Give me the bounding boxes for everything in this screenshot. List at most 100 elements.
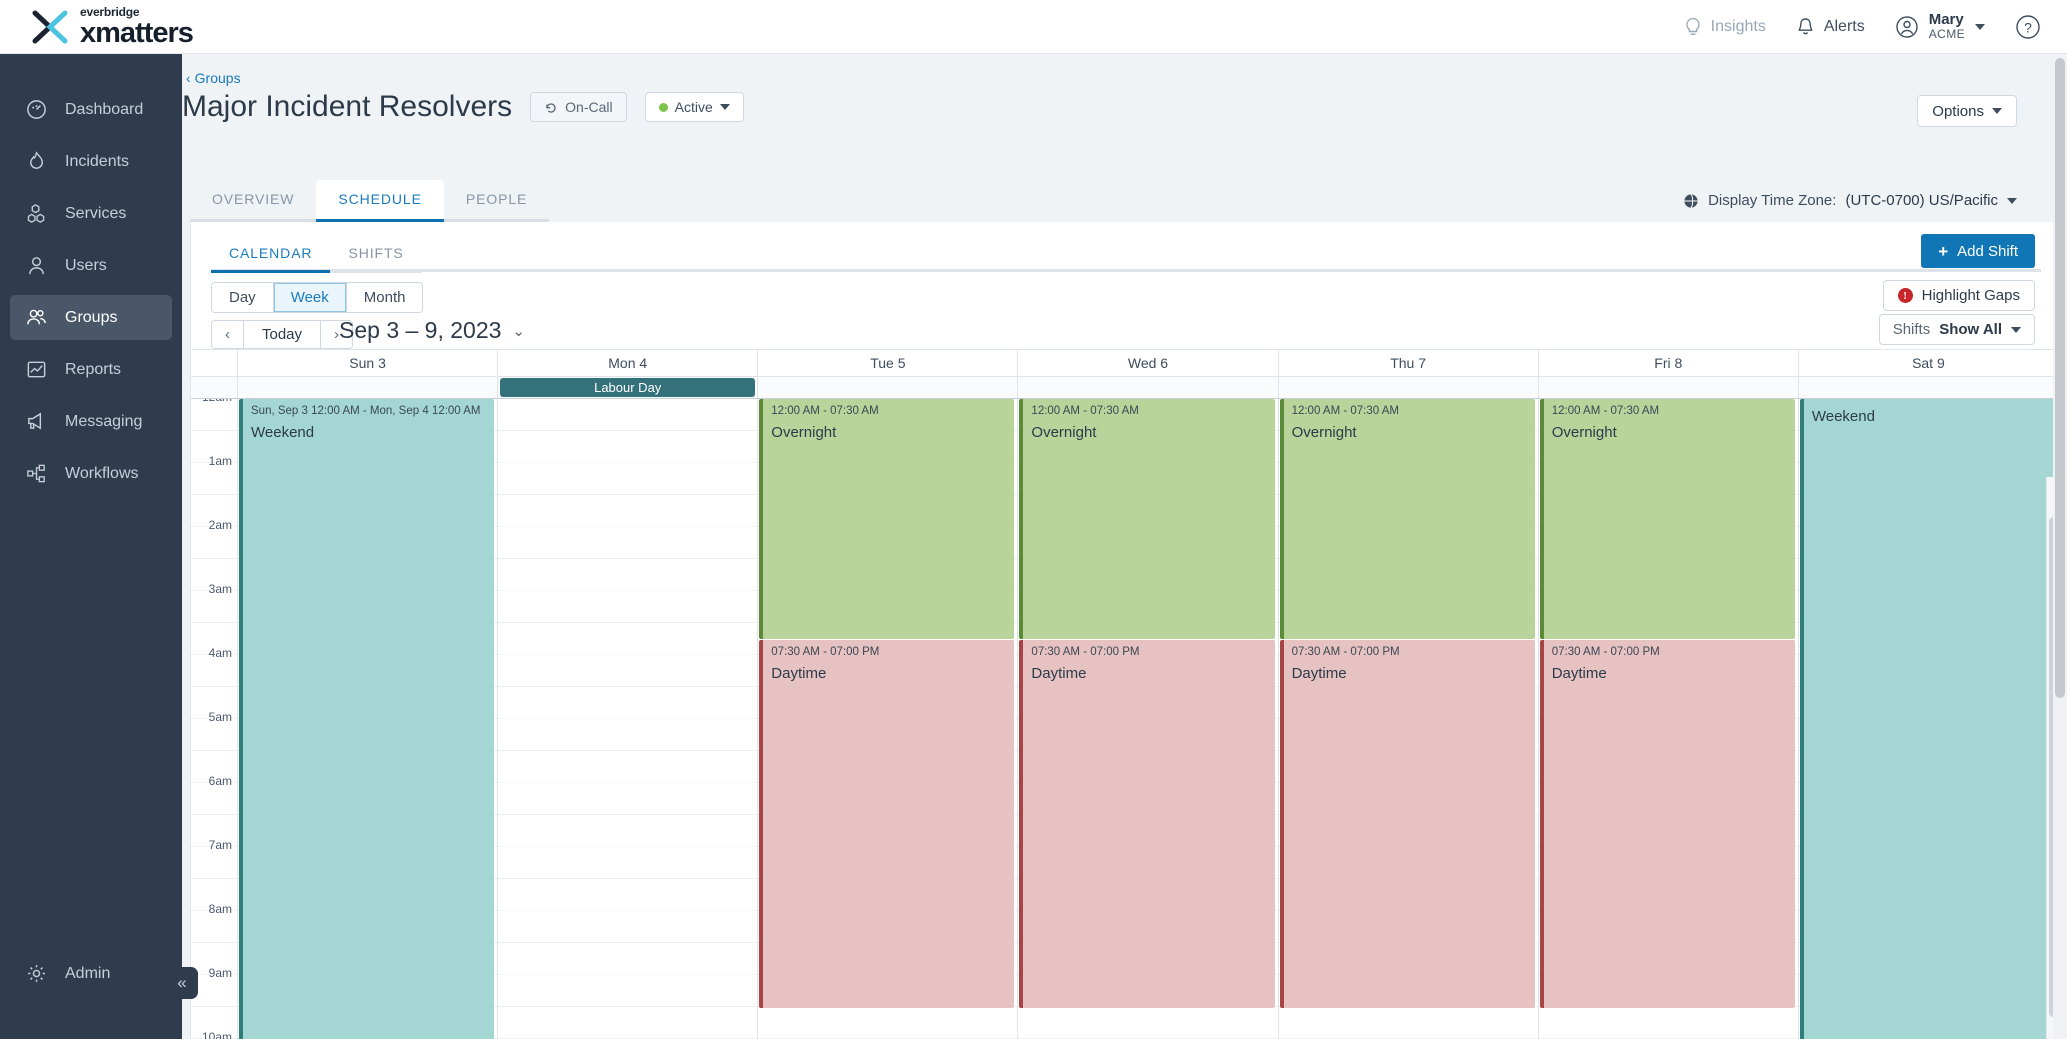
sidebar-item-users[interactable]: Users xyxy=(10,243,172,288)
tab-overview[interactable]: OVERVIEW xyxy=(190,180,317,222)
brand-logo[interactable]: everbridge xmatters xyxy=(0,4,194,49)
sidebar-item-workflows[interactable]: Workflows xyxy=(10,451,172,496)
time-slot: 12am xyxy=(191,399,237,431)
tab-shifts[interactable]: SHIFTS xyxy=(330,239,422,273)
tab-schedule[interactable]: SCHEDULE xyxy=(316,180,444,222)
half-hour-line xyxy=(498,495,758,527)
all-day-cell-thu[interactable] xyxy=(1279,377,1539,398)
day-column-sun[interactable]: Sun, Sep 3 12:00 AM - Mon, Sep 4 12:00 A… xyxy=(238,399,499,1039)
add-shift-label: Add Shift xyxy=(1957,242,2018,260)
calendar-event-overnight[interactable]: 12:00 AM - 07:30 AM Overnight xyxy=(759,399,1015,639)
day-header-wed[interactable]: Wed 6 xyxy=(1018,350,1279,376)
calendar-event-daytime[interactable]: 07:30 AM - 07:00 PM Daytime xyxy=(1539,640,1795,1008)
all-day-cell-wed[interactable] xyxy=(1018,377,1279,398)
sidebar-item-label: Reports xyxy=(65,360,122,378)
prev-week-button[interactable]: ‹ xyxy=(212,321,244,348)
day-header-mon[interactable]: Mon 4 xyxy=(498,350,759,376)
oncall-icon xyxy=(546,103,556,113)
all-day-cell-sat[interactable] xyxy=(1799,377,2059,398)
sidebar-item-label: Incidents xyxy=(65,152,130,170)
day-header-sat[interactable]: Sat 9 xyxy=(1799,350,2059,376)
date-range-picker[interactable]: Sep 3 – 9, 2023 ⌄ xyxy=(339,317,525,344)
calendar-event-time: 12:00 AM - 07:30 AM xyxy=(1291,405,1399,417)
globe-icon xyxy=(1684,193,1698,208)
chevron-down-icon xyxy=(2007,197,2017,204)
day-column-fri[interactable]: 12:00 AM - 07:30 AM Overnight 07:30 AM - 0… xyxy=(1538,399,1799,1039)
holiday-event-labour-day[interactable]: Labour Day xyxy=(500,378,756,397)
all-day-cell-fri[interactable] xyxy=(1539,377,1799,398)
calendar-event-daytime[interactable]: 07:30 AM - 07:00 PM Daytime xyxy=(759,640,1015,1008)
calendar-event-weekend[interactable]: Sun, Sep 3 12:00 AM - Mon, Sep 4 12:00 A… xyxy=(239,399,495,1039)
sidebar-item-incidents[interactable]: Incidents xyxy=(10,139,172,184)
today-button[interactable]: Today xyxy=(244,321,322,348)
status-badge[interactable]: Active xyxy=(644,92,744,122)
half-hour-line xyxy=(758,1007,1018,1039)
chevron-down-icon xyxy=(1992,108,2002,114)
calendar-event-name: Weekend xyxy=(251,423,315,441)
groups-icon xyxy=(27,309,46,325)
time-axis: 12am1am2am3am4am5am6am7am8am9am10am11am1… xyxy=(191,399,238,1039)
day-column-tue[interactable]: 12:00 AM - 07:30 AM Overnight 07:30 AM - 0… xyxy=(758,399,1019,1039)
page-scrollbar[interactable] xyxy=(2053,54,2067,1039)
sidebar-item-messaging[interactable]: Messaging xyxy=(10,399,172,444)
sidebar-item-dashboard[interactable]: Dashboard xyxy=(10,87,172,132)
calendar-event-daytime[interactable]: 07:30 AM - 07:00 PM Daytime xyxy=(1279,640,1535,1008)
user-icon xyxy=(29,257,44,275)
day-header-thu[interactable]: Thu 7 xyxy=(1279,350,1539,376)
sidebar-item-groups[interactable]: Groups xyxy=(10,295,172,340)
all-day-cell-sun[interactable] xyxy=(238,377,499,398)
day-column-sat[interactable]: Weekend xyxy=(1798,399,2059,1039)
calendar-event-weekend[interactable]: Weekend xyxy=(1799,399,2055,1039)
half-hour-line xyxy=(498,815,758,847)
on-call-badge[interactable]: On-Call xyxy=(530,92,627,122)
options-button[interactable]: Options xyxy=(1917,95,2017,127)
time-label: 3am xyxy=(208,582,232,596)
sidebar-item-admin[interactable]: Admin xyxy=(10,951,172,996)
time-slot: 6am xyxy=(191,774,237,815)
gear-icon xyxy=(28,965,45,982)
all-day-cell-mon[interactable]: Labour Day xyxy=(498,377,759,398)
alerts-button[interactable]: Alerts xyxy=(1796,17,1865,37)
sidebar-collapse-button[interactable]: « xyxy=(166,967,198,999)
sidebar-item-reports[interactable]: Reports xyxy=(10,347,172,392)
shifts-filter-select[interactable]: Shifts Show All xyxy=(1878,314,2035,345)
highlight-gaps-button[interactable]: ! Highlight Gaps xyxy=(1882,280,2035,311)
view-week-button[interactable]: Week xyxy=(273,283,347,312)
time-label: 9am xyxy=(208,966,232,980)
day-header-fri[interactable]: Fri 8 xyxy=(1539,350,1799,376)
sidebar-item-label: Services xyxy=(65,204,127,222)
calendar-event-daytime[interactable]: 07:30 AM - 07:00 PM Daytime xyxy=(1019,640,1275,1008)
brand-everbridge: everbridge xyxy=(80,4,140,19)
breadcrumb[interactable]: ‹ Groups xyxy=(186,70,241,86)
services-icon xyxy=(27,204,45,223)
all-day-cell-tue[interactable] xyxy=(758,377,1019,398)
reports-icon xyxy=(27,361,46,378)
status-label: Active xyxy=(674,99,713,115)
half-hour-line xyxy=(1538,1007,1798,1039)
user-menu[interactable]: Mary ACME xyxy=(1895,12,1985,40)
calendar-event-overnight[interactable]: 12:00 AM - 07:30 AM Overnight xyxy=(1019,399,1275,639)
help-button[interactable]: ? xyxy=(2015,14,2041,40)
day-column-wed[interactable]: 12:00 AM - 07:30 AM Overnight 07:30 AM - 0… xyxy=(1018,399,1279,1039)
day-header-sun[interactable]: Sun 3 xyxy=(238,350,499,376)
timezone-select[interactable]: (UTC-0700) US/Pacific xyxy=(1845,192,2017,209)
time-label: 4am xyxy=(208,646,232,660)
tab-people[interactable]: PEOPLE xyxy=(443,180,550,222)
view-month-button[interactable]: Month xyxy=(346,283,423,312)
calendar-event-overnight[interactable]: 12:00 AM - 07:30 AM Overnight xyxy=(1539,399,1795,639)
day-header-tue[interactable]: Tue 5 xyxy=(758,350,1019,376)
insights-button[interactable]: Insights xyxy=(1684,17,1766,37)
tab-calendar[interactable]: CALENDAR xyxy=(211,239,331,273)
warning-icon: ! xyxy=(1897,288,1913,303)
time-slot: 5am xyxy=(191,710,237,751)
day-column-thu[interactable]: 12:00 AM - 07:30 AM Overnight 07:30 AM - 0… xyxy=(1278,399,1539,1039)
sidebar-item-services[interactable]: Services xyxy=(10,191,172,236)
view-day-button[interactable]: Day xyxy=(212,283,274,312)
page-scrollbar-thumb[interactable] xyxy=(2055,58,2065,698)
calendar-event-overnight[interactable]: 12:00 AM - 07:30 AM Overnight xyxy=(1279,399,1535,639)
day-column-mon[interactable] xyxy=(498,399,759,1039)
add-shift-button[interactable]: + Add Shift xyxy=(1921,234,2035,268)
half-hour-line xyxy=(498,623,758,655)
time-label: 8am xyxy=(208,902,232,916)
brand-xmatters: xmatters xyxy=(80,16,194,49)
